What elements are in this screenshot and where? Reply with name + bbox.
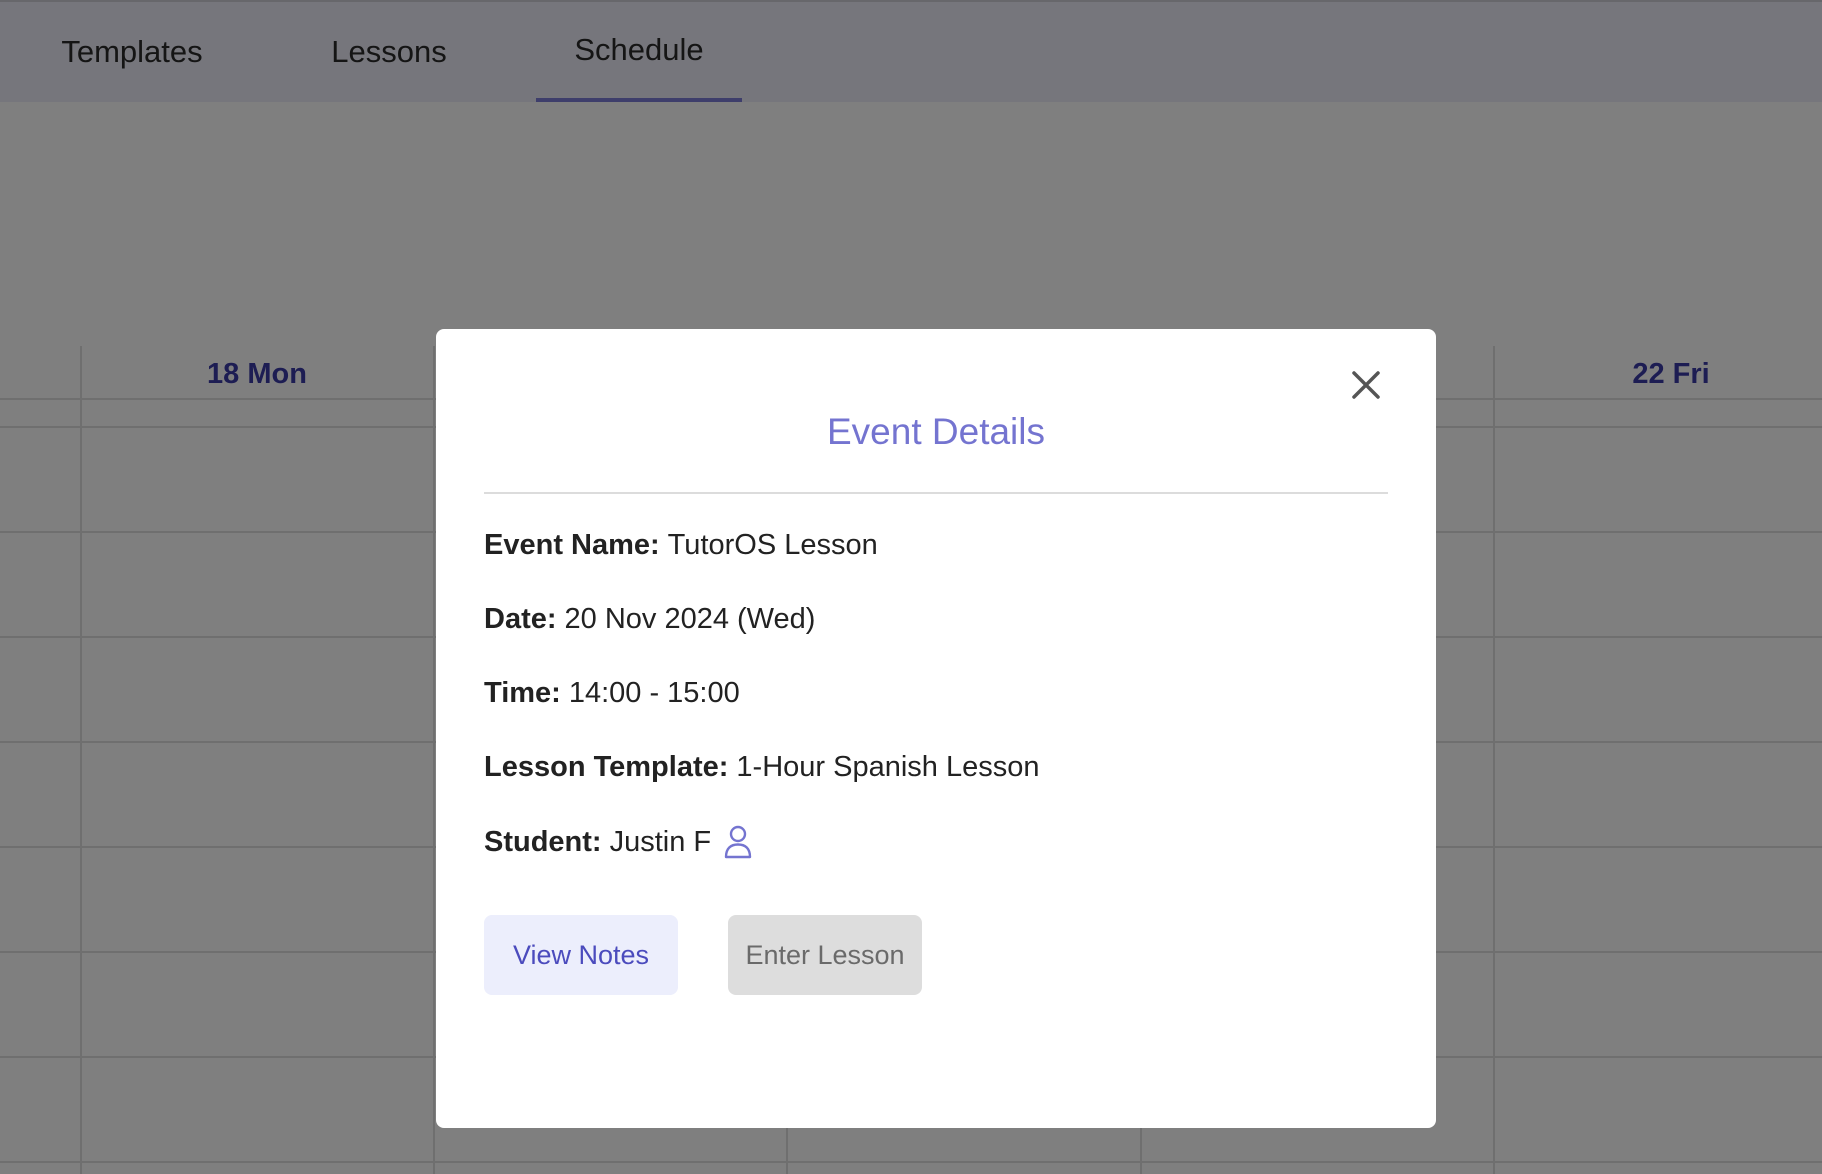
lesson-template-value: 1-Hour Spanish Lesson xyxy=(736,751,1040,783)
event-name-value: TutorOS Lesson xyxy=(667,529,878,561)
student-value: Justin F xyxy=(609,825,712,858)
modal-title: Event Details xyxy=(827,411,1045,452)
lesson-template-label: Lesson Template: xyxy=(484,751,729,783)
user-icon[interactable] xyxy=(723,825,753,859)
time-row: Time: 14:00 - 15:00 xyxy=(484,677,740,710)
student-row: Student: Justin F xyxy=(484,825,753,859)
event-name-row: Event Name: TutorOS Lesson xyxy=(484,529,878,562)
lesson-template-row: Lesson Template: 1-Hour Spanish Lesson xyxy=(484,751,1039,784)
date-value: 20 Nov 2024 (Wed) xyxy=(564,603,816,635)
time-label: Time: xyxy=(484,677,561,709)
student-label: Student: xyxy=(484,825,602,858)
divider xyxy=(484,492,1388,494)
enter-lesson-button[interactable]: Enter Lesson xyxy=(728,915,922,995)
view-notes-button[interactable]: View Notes xyxy=(484,915,678,995)
event-name-label: Event Name: xyxy=(484,529,660,561)
close-icon[interactable] xyxy=(1346,365,1386,405)
date-label: Date: xyxy=(484,603,557,635)
app-root: Templates Lessons Schedule 18 Mon 22 Fri… xyxy=(0,0,1822,1174)
time-value: 14:00 - 15:00 xyxy=(568,677,740,709)
date-row: Date: 20 Nov 2024 (Wed) xyxy=(484,603,815,636)
event-details-modal: Event Details Event Name: TutorOS Lesson… xyxy=(436,329,1436,1128)
